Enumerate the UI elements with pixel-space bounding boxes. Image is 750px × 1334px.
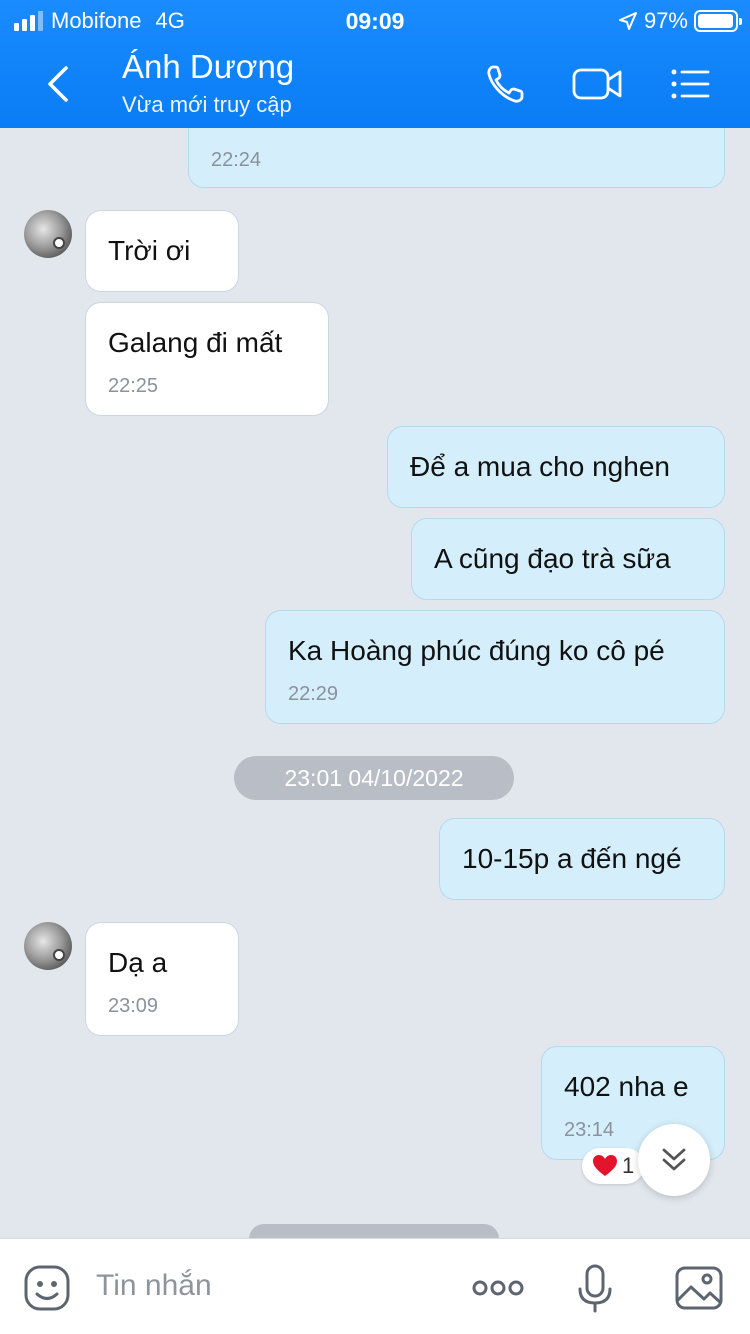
menu-icon[interactable] — [666, 60, 714, 108]
message-bubble-outgoing[interactable]: Để a mua cho nghen — [387, 426, 725, 508]
message-time: 23:09 — [108, 995, 159, 1017]
message-bubble-incoming[interactable]: Trời ơi — [85, 210, 239, 292]
reaction-badge[interactable]: 1 — [582, 1148, 645, 1184]
chat-header: Mobifone 4G 09:09 97% Ánh Dương Vừa mới … — [0, 0, 750, 128]
message-text: 402 nha e — [564, 1071, 689, 1102]
scroll-to-bottom-button[interactable] — [638, 1124, 710, 1196]
message-text: Ka Hoàng phúc đúng ko cô pé — [288, 635, 665, 666]
sticker-icon[interactable] — [22, 1263, 72, 1313]
message-text: A cũng đạo trà sữa — [434, 543, 671, 574]
back-icon[interactable] — [40, 62, 80, 106]
avatar[interactable] — [24, 210, 72, 258]
contact-name[interactable]: Ánh Dương — [122, 48, 294, 86]
image-icon[interactable] — [674, 1263, 724, 1313]
microphone-icon[interactable] — [570, 1263, 620, 1313]
heart-icon — [593, 1155, 617, 1176]
phone-icon[interactable] — [482, 60, 530, 108]
date-separator: 23:01 04/10/2022 — [234, 756, 514, 800]
avatar[interactable] — [24, 922, 72, 970]
location-icon — [618, 12, 637, 30]
message-text: Để a mua cho nghen — [410, 451, 670, 482]
battery-percent: 97% — [643, 8, 688, 33]
message-text: 10-15p a đến ngé — [462, 843, 682, 874]
message-bubble-outgoing[interactable]: A cũng đạo trà sữa — [411, 518, 725, 600]
battery-icon — [694, 10, 742, 32]
message-time: 22:24 — [211, 149, 262, 171]
presence-status: Vừa mới truy cập — [122, 92, 292, 117]
message-text: Dạ a — [108, 947, 168, 978]
message-text: Galang đi mất — [108, 327, 283, 358]
message-bubble-outgoing[interactable]: 22:24 — [188, 128, 725, 188]
message-list[interactable]: 22:24 Trời ơi Galang đi mất 22:25 Để a m… — [0, 128, 750, 1238]
reaction-count: 1 — [622, 1153, 635, 1178]
message-text: Trời ơi — [108, 235, 191, 266]
double-chevron-down-icon — [662, 1148, 686, 1171]
message-time: 23:14 — [564, 1119, 615, 1141]
video-call-icon[interactable] — [570, 60, 626, 108]
message-bubble-incoming[interactable]: Galang đi mất 22:25 — [85, 302, 329, 416]
more-icon[interactable] — [470, 1263, 526, 1313]
message-bubble-outgoing[interactable]: Ka Hoàng phúc đúng ko cô pé 22:29 — [265, 610, 725, 724]
message-time: 22:25 — [108, 375, 159, 397]
message-time: 22:29 — [288, 683, 339, 705]
date-separator-partial — [249, 1224, 499, 1238]
status-bar: Mobifone 4G 09:09 97% — [0, 0, 750, 40]
message-input[interactable]: Tin nhắn — [96, 1269, 212, 1303]
message-input-bar: Tin nhắn — [0, 1238, 750, 1334]
message-bubble-incoming[interactable]: Dạ a 23:09 — [85, 922, 239, 1036]
message-bubble-outgoing[interactable]: 10-15p a đến ngé — [439, 818, 725, 900]
